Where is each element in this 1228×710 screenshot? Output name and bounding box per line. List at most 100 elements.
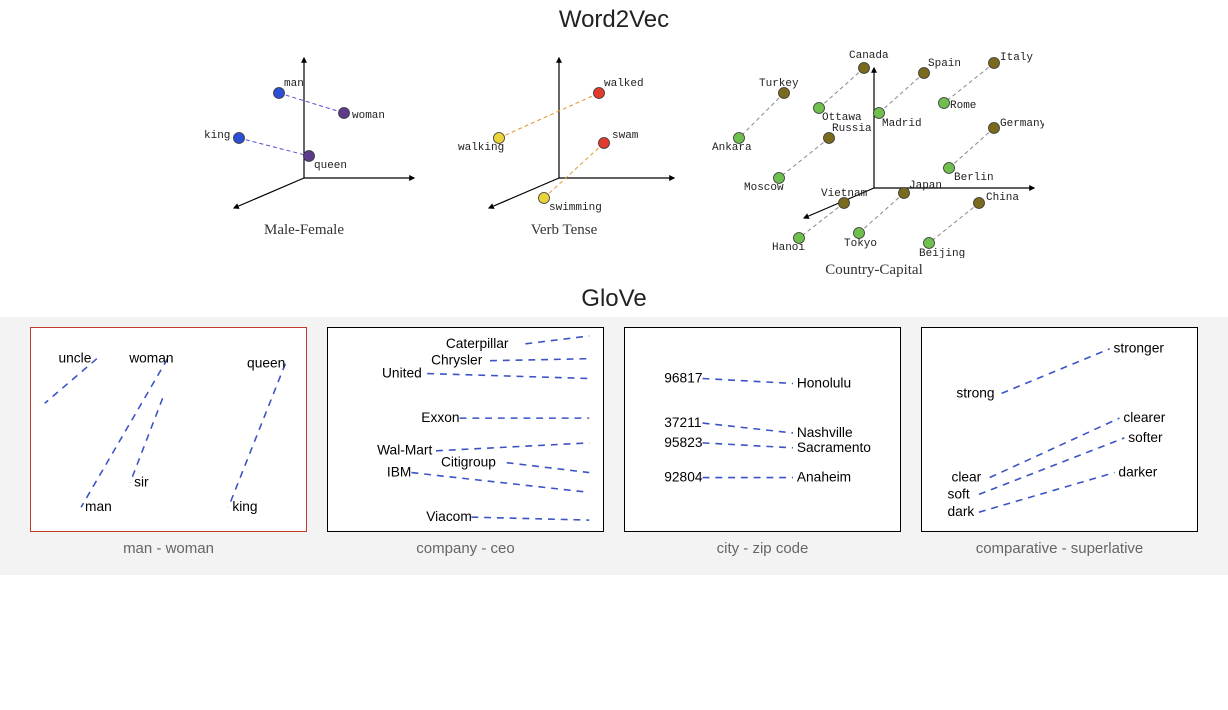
- glove-word-b: Sacramento: [797, 440, 871, 455]
- w2v-point-label: Turkey: [759, 78, 799, 90]
- glove-word-b: Honolulu: [797, 375, 851, 390]
- w2v-vector: [544, 143, 604, 198]
- w2v-point-label: Moscow: [744, 182, 784, 194]
- w2v-vector: [779, 138, 829, 178]
- glove-vector: [507, 463, 590, 473]
- glove-caption: comparative - superlative: [976, 540, 1144, 557]
- w2v-point-label: Vietnam: [821, 188, 868, 200]
- w2v-point-label: Russia: [832, 123, 872, 135]
- w2v-point-label: man: [284, 78, 304, 90]
- w2v-caption: Verb Tense: [531, 222, 598, 239]
- w2v-point-label: walking: [458, 142, 504, 154]
- w2v-point: [924, 238, 935, 249]
- w2v-point: [939, 98, 950, 109]
- glove-word-a: Exxon: [421, 410, 459, 425]
- w2v-vector: [239, 138, 309, 156]
- w2v-point-label: Spain: [928, 58, 961, 70]
- w2v-vector: [949, 128, 994, 168]
- glove-plot: strongstrongerclearclearersoftsofterdark…: [921, 327, 1198, 532]
- glove-vector: [436, 443, 589, 451]
- w2v-point-label: queen: [314, 160, 347, 172]
- glove-vector: [81, 359, 167, 508]
- w2v-point-label: Canada: [849, 50, 889, 62]
- glove-word-a: Caterpillar: [446, 336, 509, 351]
- glove-section: unclewomanmansirqueenkingman - womanCate…: [0, 317, 1228, 575]
- glove-word-a: clear: [951, 469, 981, 484]
- glove-panel: 96817Honolulu37211Nashville95823Sacramen…: [624, 327, 901, 557]
- w2v-point-label: Tokyo: [844, 238, 877, 250]
- w2v-vector: [499, 93, 599, 138]
- glove-plot: CaterpillarChryslerUnitedExxonWal-MartCi…: [327, 327, 604, 532]
- glove-vector: [703, 443, 793, 448]
- w2v-point-label: walked: [604, 78, 644, 90]
- glove-plot: 96817Honolulu37211Nashville95823Sacramen…: [624, 327, 901, 532]
- w2v-point-label: Hanoi: [772, 242, 805, 254]
- glove-word-a: dark: [948, 504, 975, 519]
- glove-word-b: man: [85, 499, 112, 514]
- glove-vector: [979, 438, 1124, 494]
- w2v-point-label: Germany: [1000, 118, 1044, 130]
- w2v-point: [539, 193, 550, 204]
- w2v-vector: [799, 203, 844, 238]
- glove-vector: [703, 423, 793, 433]
- glove-panel: CaterpillarChryslerUnitedExxonWal-MartCi…: [327, 327, 604, 557]
- glove-word-b: darker: [1118, 464, 1157, 479]
- w2v-point: [339, 108, 350, 119]
- glove-word-b: softer: [1128, 430, 1163, 445]
- w2v-point: [304, 151, 315, 162]
- w2v-point: [594, 88, 605, 99]
- glove-word-a: Wal-Mart: [377, 443, 432, 458]
- w2v-point: [274, 88, 285, 99]
- w2v-point: [874, 108, 885, 119]
- glove-panel: strongstrongerclearclearersoftsofterdark…: [921, 327, 1198, 557]
- w2v-vector: [879, 73, 924, 113]
- glove-word-a: IBM: [387, 464, 411, 479]
- glove-word-a: United: [382, 365, 422, 380]
- glove-caption: company - ceo: [416, 540, 514, 557]
- w2v-point-label: Berlin: [954, 172, 994, 184]
- w2v-point: [989, 58, 1000, 69]
- glove-panel: unclewomanmansirqueenkingman - woman: [30, 327, 307, 557]
- glove-word-a: strong: [956, 385, 994, 400]
- glove-word-a: 95823: [664, 435, 703, 450]
- glove-vector: [703, 379, 793, 384]
- glove-word-a: Viacom: [426, 509, 472, 524]
- glove-vector: [228, 364, 285, 508]
- glove-caption: man - woman: [123, 540, 214, 557]
- w2v-point-label: Madrid: [882, 118, 922, 130]
- w2v-caption: Male-Female: [264, 222, 344, 239]
- glove-word-b: Anaheim: [797, 469, 851, 484]
- w2v-point: [859, 63, 870, 74]
- glove-word-a: queen: [247, 356, 285, 371]
- glove-vector: [979, 473, 1115, 513]
- w2v-title: Word2Vec: [0, 6, 1228, 34]
- glove-vector: [130, 398, 162, 482]
- glove-vector: [411, 473, 589, 493]
- glove-word-a: woman: [128, 351, 173, 366]
- w2v-point: [854, 228, 865, 239]
- w2v-row: manwomankingqueen Male-Female walking walke…: [0, 38, 1228, 279]
- glove-vector: [490, 359, 589, 361]
- w2v-panel: manwomankingqueen Male-Female: [184, 38, 424, 279]
- w2v-point-label: swam: [612, 130, 639, 142]
- glove-word-a: Chrysler: [431, 353, 483, 368]
- w2v-caption: Country-Capital: [825, 262, 923, 279]
- glove-word-b: clearer: [1123, 410, 1165, 425]
- glove-vector: [1002, 349, 1110, 394]
- glove-vector: [471, 517, 589, 520]
- glove-word-a: 96817: [664, 370, 702, 385]
- w2v-vector: [739, 93, 784, 138]
- glove-title: GloVe: [0, 285, 1228, 313]
- glove-vector: [525, 336, 589, 344]
- w2v-point-label: Beijing: [919, 248, 965, 258]
- glove-word-b: stronger: [1114, 341, 1165, 356]
- w2v-vector: [929, 203, 979, 243]
- w2v-vector: [819, 68, 864, 108]
- w2v-point-label: swimming: [549, 202, 602, 214]
- w2v-plot: walking walked swimming swam: [444, 38, 684, 218]
- glove-row: unclewomanmansirqueenkingman - womanCate…: [30, 327, 1198, 557]
- glove-word-a: 37211: [664, 415, 701, 430]
- w2v-vector: [279, 93, 344, 113]
- glove-word-a: uncle: [59, 351, 92, 366]
- w2v-plot: manwomankingqueen: [184, 38, 424, 218]
